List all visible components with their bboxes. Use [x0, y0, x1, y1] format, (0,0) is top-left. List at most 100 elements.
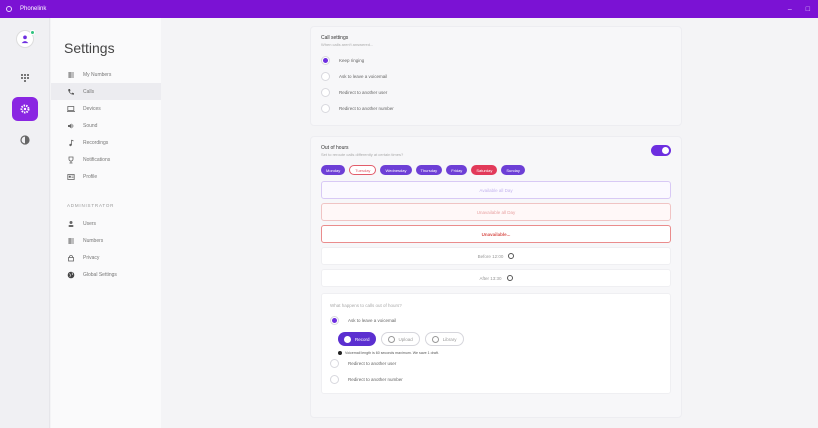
gear-icon [20, 104, 30, 114]
window-controls: – □ [788, 0, 810, 18]
day-chip-thursday[interactable]: Thursday [415, 165, 443, 175]
numbers-icon [68, 237, 74, 244]
info-dot-icon [338, 351, 342, 355]
speaker-icon [68, 123, 74, 128]
page-title: Settings [64, 40, 115, 56]
voicemail-note-text: Voicemail length is 60 seconds maximum. … [345, 351, 439, 355]
lock-icon [68, 254, 74, 261]
rail-theme-button[interactable] [12, 128, 38, 152]
unavailable-option[interactable]: Unavailable... [321, 225, 671, 243]
radio-indicator [321, 87, 330, 97]
music-note-icon [431, 335, 439, 343]
upload-button-label: Upload [398, 336, 413, 342]
sidebar-item-label: Privacy [83, 254, 100, 261]
dialpad-icon [21, 74, 29, 82]
radio-ooh-voicemail[interactable]: Ask to leave a voicemail [330, 312, 662, 328]
sidebar-item-label: Users [83, 220, 97, 227]
day-chip-saturday[interactable]: Saturday [471, 165, 498, 175]
voicemail-source-buttons: Record Upload Library [330, 332, 662, 346]
devices-icon [67, 105, 75, 112]
sidebar-item-label: Numbers [83, 237, 104, 244]
phone-icon [68, 88, 74, 95]
nav-rail [0, 18, 50, 428]
after-time-label: After 13:30 [479, 275, 502, 281]
record-button[interactable]: Record [338, 332, 376, 346]
radio-label: Keep ringing [339, 57, 365, 63]
gear-icon[interactable] [508, 253, 515, 259]
day-chip-sunday[interactable]: Sunday [501, 165, 525, 175]
sidebar-item-privacy[interactable]: Privacy [51, 249, 161, 266]
sidebar-item-global-settings[interactable]: Global Settings [51, 266, 161, 283]
radio-indicator [330, 358, 339, 368]
sidebar-item-label: Notifications [83, 156, 111, 163]
section-label-administrator: ADMINISTRATOR [67, 202, 115, 208]
rail-settings-button[interactable] [12, 97, 38, 121]
available-all-day-option[interactable]: Available all Day [321, 181, 671, 199]
sidebar-item-profile[interactable]: Profile [51, 168, 161, 185]
radio-indicator [321, 55, 330, 65]
before-time-label: Before 12:00 [477, 253, 504, 259]
call-settings-card: Call settings When calls aren't answered… [310, 26, 682, 126]
call-settings-title: Call settings [321, 35, 349, 41]
gear-icon[interactable] [506, 275, 513, 281]
microphone-icon [344, 335, 351, 343]
settings-sidebar: Settings My Numbers Calls Devices Sound … [51, 18, 161, 428]
sidebar-item-label: Sound [83, 122, 98, 129]
radio-label: Redirect to another user [339, 89, 388, 95]
radio-label: Redirect to another number [339, 105, 394, 111]
radio-ooh-redirect-user[interactable]: Redirect to another user [330, 355, 662, 371]
radio-indicator [321, 71, 330, 81]
rail-dialpad-button[interactable] [12, 66, 38, 90]
day-chip-monday[interactable]: Monday [321, 165, 346, 175]
sidebar-item-users[interactable]: Users [51, 215, 161, 232]
day-chip-tuesday[interactable]: Tuesday [349, 165, 377, 175]
sidebar-item-admin-numbers[interactable]: Numbers [51, 232, 161, 249]
sidebar-item-recordings[interactable]: Recordings [51, 134, 161, 151]
status-dot [30, 30, 35, 35]
out-of-hours-toggle[interactable] [651, 145, 671, 156]
sidebar-item-label: My Numbers [83, 71, 112, 78]
radio-label: Ask to leave a voicemail [339, 73, 388, 79]
user-icon [68, 220, 74, 227]
numbers-icon [68, 71, 74, 78]
contrast-icon [20, 135, 30, 145]
sidebar-item-notifications[interactable]: Notifications [51, 151, 161, 168]
library-button-label: Library [442, 336, 457, 342]
before-time-row[interactable]: Before 12:00 [321, 247, 671, 265]
avatar[interactable] [16, 30, 35, 48]
sidebar-item-my-numbers[interactable]: My Numbers [51, 66, 161, 83]
sidebar-item-label: Devices [83, 105, 101, 112]
minimize-button[interactable]: – [788, 6, 792, 13]
upload-button[interactable]: Upload [380, 332, 420, 346]
day-chip-wednesday[interactable]: Wednesday [380, 165, 412, 175]
radio-ooh-redirect-number[interactable]: Redirect to another number [330, 371, 662, 387]
out-of-hours-card: Out of hours Set to reroute calls differ… [310, 136, 682, 418]
upload-icon [387, 335, 395, 343]
radio-redirect-user[interactable]: Redirect to another user [321, 84, 671, 100]
sidebar-item-label: Recordings [83, 139, 109, 146]
radio-indicator [321, 103, 330, 113]
title-bar: Phonelink – □ [0, 0, 818, 18]
after-time-row[interactable]: After 13:30 [321, 269, 671, 287]
radio-voicemail[interactable]: Ask to leave a voicemail [321, 68, 671, 84]
radio-indicator [330, 315, 339, 325]
unavailable-all-day-option[interactable]: Unavailable all Day [321, 203, 671, 221]
out-of-hours-action-panel: What happens to calls out of hours? Ask … [321, 293, 671, 394]
settings-nav: My Numbers Calls Devices Sound Recording… [51, 66, 161, 283]
user-icon [21, 35, 29, 44]
main-content: Call settings When calls aren't answered… [310, 26, 682, 418]
radio-indicator [330, 374, 339, 384]
radio-redirect-number[interactable]: Redirect to another number [321, 100, 671, 116]
radio-keep-ringing[interactable]: Keep ringing [321, 52, 671, 68]
music-note-icon [69, 139, 74, 146]
day-chip-friday[interactable]: Friday [446, 165, 468, 175]
sidebar-item-label: Profile [83, 173, 98, 180]
library-button[interactable]: Library [424, 332, 464, 346]
sidebar-item-sound[interactable]: Sound [51, 117, 161, 134]
maximize-button[interactable]: □ [806, 6, 810, 13]
record-button-label: Record [355, 336, 370, 342]
app-title: Phonelink [20, 6, 47, 12]
sidebar-item-devices[interactable]: Devices [51, 100, 161, 117]
sidebar-item-label: Calls [83, 88, 95, 95]
sidebar-item-calls[interactable]: Calls [51, 83, 161, 100]
